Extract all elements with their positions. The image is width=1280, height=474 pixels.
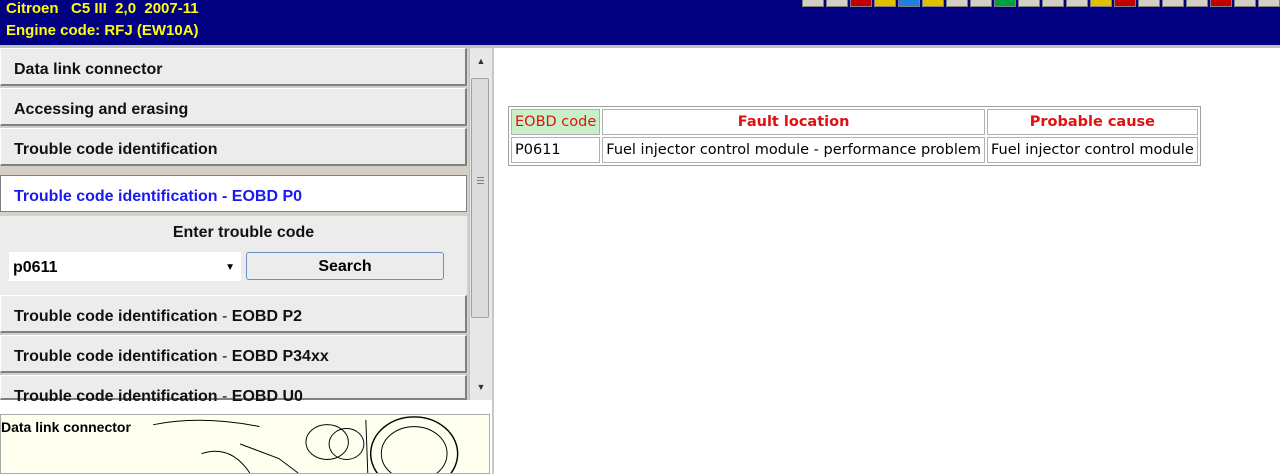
toolbar-button[interactable] [1066, 0, 1088, 7]
menu-item-eobd-u0[interactable]: Trouble code identification - EOBD U0 [0, 375, 467, 405]
toolbar-button[interactable] [1018, 0, 1040, 7]
grip-line [477, 177, 484, 178]
toolbar-button[interactable] [922, 0, 944, 7]
toolbar-button[interactable] [850, 0, 872, 7]
column-header-eobd-code: EOBD code [511, 109, 601, 135]
scroll-thumb[interactable] [471, 78, 489, 318]
table-row: P0611 Fuel injector control module - per… [511, 137, 1198, 163]
menu-item-eobd-p2[interactable]: Trouble code identification - EOBD P2 [0, 295, 467, 333]
trouble-code-value: p0611 [13, 259, 58, 276]
scroll-up-arrow-icon[interactable]: ▲ [470, 48, 492, 74]
engine-code: Engine code: RFJ (EW10A) [6, 22, 199, 39]
toolbar-button[interactable] [970, 0, 992, 7]
toolbar-button[interactable] [802, 0, 824, 7]
toolbar-button[interactable] [874, 0, 896, 7]
toolbar-button[interactable] [1258, 0, 1280, 7]
toolbar-button[interactable] [1210, 0, 1232, 7]
toolbar-button[interactable] [1162, 0, 1184, 7]
entry-title: Enter trouble code [172, 224, 315, 241]
menu-item-label: Accessing and erasing [14, 101, 189, 118]
toolbar [802, 0, 1280, 8]
dropdown-arrow-icon[interactable]: ▼ [225, 262, 235, 273]
menu-scrollbar[interactable]: ▲ ▼ [469, 48, 492, 400]
column-header-probable-cause: Probable cause [986, 109, 1198, 135]
grip-line [477, 183, 484, 184]
trouble-code-select[interactable]: p0611 ▼ [9, 252, 241, 281]
cell-eobd-code: P0611 [511, 137, 601, 163]
grip-line [477, 180, 484, 181]
menu-item-trouble-code-identification[interactable]: Trouble code identification [0, 128, 467, 166]
scroll-down-arrow-icon[interactable]: ▼ [470, 374, 492, 400]
toolbar-button[interactable] [994, 0, 1016, 7]
vehicle-title: Citroen C5 III 2,0 2007-11 [6, 0, 199, 17]
menu-item-separator: - [217, 348, 232, 365]
menu-item-separator: - [217, 308, 232, 325]
toolbar-button[interactable] [1186, 0, 1208, 7]
toolbar-button[interactable] [826, 0, 848, 7]
trouble-code-entry: Enter trouble code p0611 ▼ Search [0, 216, 467, 296]
menu-item-label: Data link connector [14, 61, 163, 78]
menu-item-suffix: EOBD P34xx [231, 348, 329, 365]
toolbar-button[interactable] [946, 0, 968, 7]
toolbar-button[interactable] [1090, 0, 1112, 7]
illustration-caption: Data link connector [1, 419, 131, 435]
toolbar-button[interactable] [1234, 0, 1256, 7]
menu-item-eobd-p34xx[interactable]: Trouble code identification - EOBD P34xx [0, 335, 467, 373]
table-header-row: EOBD code Fault location Probable cause [511, 109, 1198, 135]
title-bar: Citroen C5 III 2,0 2007-11 Engine code: … [0, 0, 1280, 45]
menu-item-eobd-p0[interactable]: Trouble code identification - EOBD P0 [0, 175, 467, 212]
menu-item-label: Trouble code identification [14, 141, 218, 158]
toolbar-button[interactable] [1138, 0, 1160, 7]
cell-fault-location: Fuel injector control module - performan… [602, 137, 985, 163]
menu-item-suffix: EOBD P2 [231, 308, 303, 325]
toolbar-button[interactable] [1114, 0, 1136, 7]
results-table: EOBD code Fault location Probable cause … [508, 106, 1201, 166]
menu-item-label: Trouble code identification [14, 348, 218, 365]
column-header-fault-location: Fault location [602, 109, 985, 135]
toolbar-button[interactable] [898, 0, 920, 7]
menu-item-label: Trouble code identification - EOBD P0 [14, 188, 303, 205]
search-button[interactable]: Search [246, 252, 444, 280]
panel-divider[interactable] [492, 48, 494, 474]
menu-panel: Data link connector Accessing and erasin… [0, 48, 492, 405]
menu-item-accessing-erasing[interactable]: Accessing and erasing [0, 88, 467, 126]
illustration-panel: Data link connector [0, 403, 492, 474]
menu-item-label: Trouble code identification [14, 308, 218, 325]
cell-probable-cause: Fuel injector control module [986, 137, 1198, 163]
toolbar-button[interactable] [1042, 0, 1064, 7]
menu-item-data-link-connector[interactable]: Data link connector [0, 48, 467, 86]
